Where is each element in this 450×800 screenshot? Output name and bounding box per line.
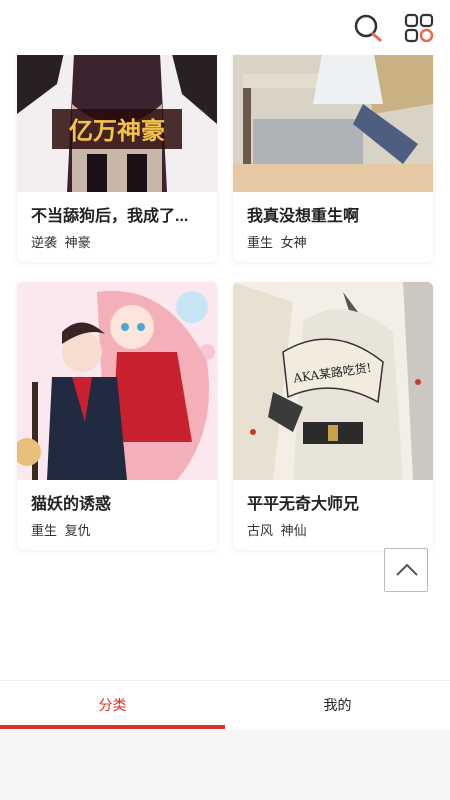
comic-tag: 重生 — [31, 523, 58, 538]
comic-tags: 逆袭 神豪 — [17, 226, 217, 262]
comic-tag: 女神 — [280, 235, 307, 250]
bottom-area — [0, 730, 450, 800]
tab-category[interactable]: 分类 — [0, 681, 225, 731]
comic-card[interactable]: 猫妖的诱惑 重生 复仇 — [17, 282, 217, 550]
grid-menu-icon[interactable] — [404, 13, 434, 43]
comic-tag: 古风 — [247, 523, 274, 538]
chevron-up-icon — [396, 563, 418, 576]
comic-title[interactable]: 我真没想重生啊 — [233, 192, 423, 226]
tab-mine[interactable]: 我的 — [225, 681, 450, 731]
comic-tag: 神豪 — [64, 235, 91, 250]
search-icon[interactable] — [353, 13, 383, 43]
comic-tag: 神仙 — [280, 523, 307, 538]
comic-tags: 重生 女神 — [233, 226, 433, 262]
comic-title[interactable]: 平平无奇大师兄 — [233, 480, 423, 514]
comic-tags: 古风 神仙 — [233, 514, 433, 550]
comic-tag: 复仇 — [64, 523, 91, 538]
bottom-tab-bar: 分类 我的 — [0, 680, 450, 730]
comic-title[interactable]: 不当舔狗后，我成了... — [17, 192, 207, 226]
active-tab-indicator — [0, 725, 225, 729]
cover-title-text: 亿万神豪 — [69, 116, 165, 145]
top-bar — [0, 0, 450, 55]
comic-tag: 逆袭 — [31, 235, 58, 250]
comic-tag: 重生 — [247, 235, 274, 250]
comic-cover[interactable]: AKA某路吃货! — [233, 282, 433, 480]
comic-card[interactable]: AKA某路吃货! 平平无奇大师兄 古风 神仙 — [233, 282, 433, 550]
back-to-top-button[interactable] — [384, 548, 428, 592]
comic-title[interactable]: 猫妖的诱惑 — [17, 480, 207, 514]
comic-tags: 重生 复仇 — [17, 514, 217, 550]
comic-cover[interactable] — [17, 282, 217, 480]
